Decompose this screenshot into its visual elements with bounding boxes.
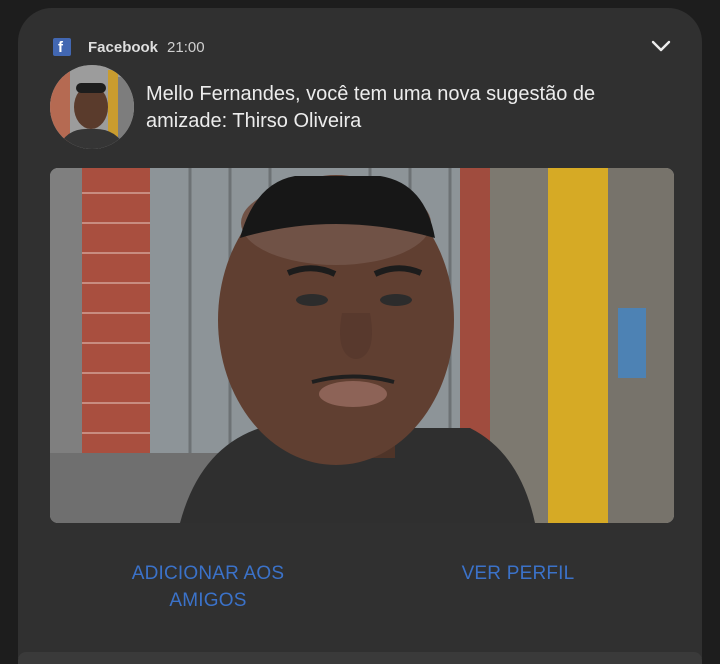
next-notification-strip[interactable] (18, 652, 702, 664)
notification-actions: ADICIONAR AOS AMIGOS VER PERFIL (18, 560, 702, 620)
avatar (50, 65, 134, 149)
app-name: Facebook (88, 38, 159, 56)
facebook-icon: f (53, 38, 71, 56)
notification-card[interactable]: f Facebook 21:00 Mello Fernandes, você t… (18, 8, 702, 658)
chevron-down-icon[interactable] (650, 36, 672, 56)
view-profile-button[interactable]: VER PERFIL (428, 560, 608, 587)
add-friend-button[interactable]: ADICIONAR AOS AMIGOS (118, 560, 298, 614)
notification-time: 21:00 (167, 38, 205, 56)
notification-message: Mello Fernandes, você tem uma nova suges… (146, 83, 596, 132)
suggested-friend-photo (50, 168, 674, 523)
notification-header: f Facebook 21:00 (53, 38, 205, 56)
